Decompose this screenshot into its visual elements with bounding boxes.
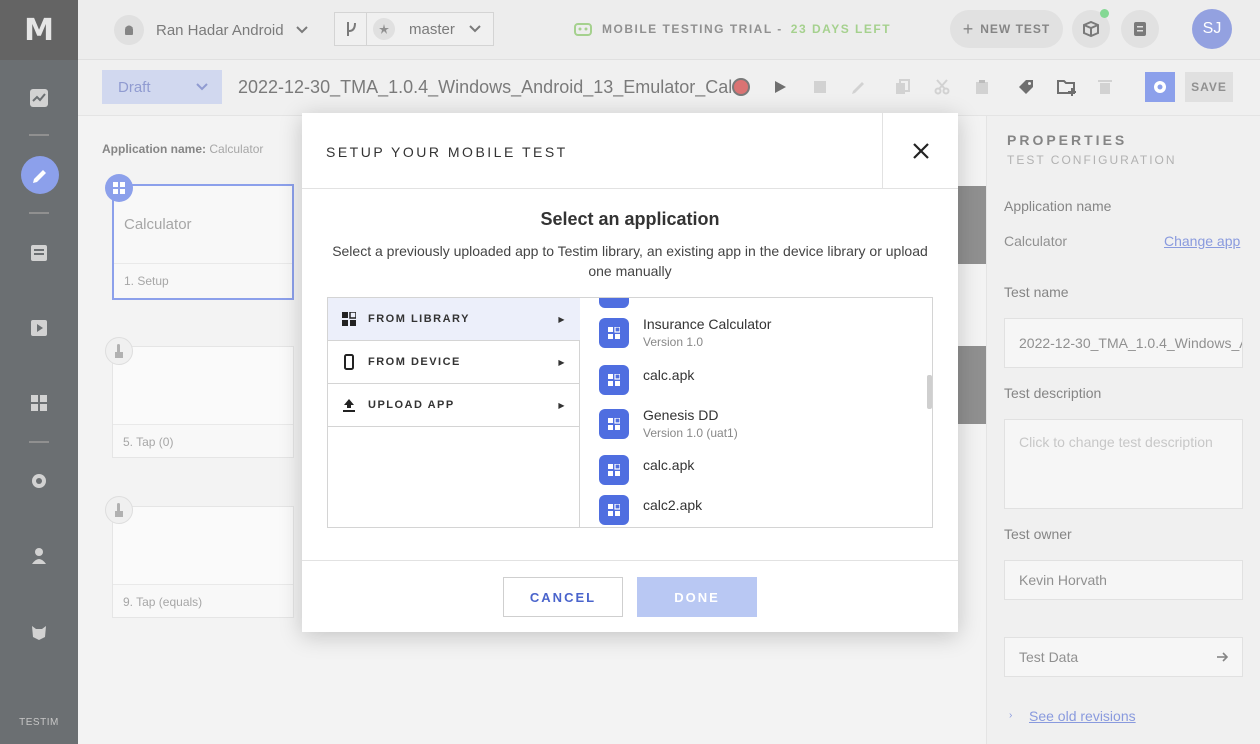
dialog-footer: CANCEL DONE bbox=[302, 560, 958, 632]
cancel-button[interactable]: CANCEL bbox=[503, 577, 623, 617]
caret-right-icon: ▶ bbox=[558, 357, 566, 367]
app-icon bbox=[599, 317, 629, 348]
app-list: Insurance Calculator Version 1.0 calc.ap… bbox=[581, 298, 932, 527]
source-list: FROM LIBRARY ▶ FROM DEVICE ▶ UPLOAD APP … bbox=[328, 298, 580, 527]
app-icon bbox=[599, 365, 629, 395]
app-list-scrollbar[interactable] bbox=[927, 375, 932, 409]
dialog-heading: Select an application bbox=[540, 209, 720, 229]
close-icon bbox=[912, 143, 929, 159]
dialog-description: Select a previously uploaded app to Test… bbox=[332, 243, 928, 279]
app-item[interactable]: Genesis DD Version 1.0 (uat1) bbox=[599, 407, 738, 440]
source-from-library[interactable]: FROM LIBRARY ▶ bbox=[328, 298, 580, 341]
app-icon bbox=[599, 455, 629, 485]
app-icon bbox=[599, 495, 629, 525]
app-name: calc2.apk bbox=[643, 497, 703, 513]
source-from-device[interactable]: FROM DEVICE ▶ bbox=[328, 341, 580, 384]
source-upload-app[interactable]: UPLOAD APP ▶ bbox=[328, 384, 580, 427]
app-item[interactable]: Insurance Calculator Version 1.0 bbox=[599, 316, 771, 349]
app-icon bbox=[599, 408, 629, 439]
app-name: calc.apk bbox=[643, 457, 695, 473]
app-version: Version 1.0 bbox=[643, 335, 704, 349]
phone-icon bbox=[342, 354, 356, 370]
app-picker: FROM LIBRARY ▶ FROM DEVICE ▶ UPLOAD APP … bbox=[327, 297, 933, 528]
library-icon bbox=[342, 311, 356, 327]
app-item[interactable]: calc2.apk bbox=[599, 495, 702, 525]
app-item[interactable]: calc.apk bbox=[599, 365, 694, 395]
setup-mobile-test-dialog: SETUP YOUR MOBILE TEST Select an applica… bbox=[302, 113, 958, 632]
caret-right-icon: ▶ bbox=[558, 400, 566, 410]
dialog-title: SETUP YOUR MOBILE TEST bbox=[326, 144, 568, 160]
close-button[interactable] bbox=[882, 113, 958, 189]
source-label: FROM DEVICE bbox=[368, 356, 461, 368]
source-label: FROM LIBRARY bbox=[368, 313, 470, 325]
done-button[interactable]: DONE bbox=[637, 577, 757, 617]
source-label: UPLOAD APP bbox=[368, 399, 455, 411]
upload-icon bbox=[342, 397, 356, 413]
dialog-header: SETUP YOUR MOBILE TEST bbox=[302, 113, 958, 189]
app-version: Version 1.0 (uat1) bbox=[643, 426, 738, 440]
app-item[interactable]: calc.apk bbox=[599, 455, 694, 485]
app-name: Insurance Calculator bbox=[643, 316, 772, 332]
app-name: Genesis DD bbox=[643, 407, 719, 423]
app-icon bbox=[599, 298, 629, 308]
app-name: calc.apk bbox=[643, 367, 695, 383]
caret-right-icon: ▶ bbox=[558, 314, 566, 324]
